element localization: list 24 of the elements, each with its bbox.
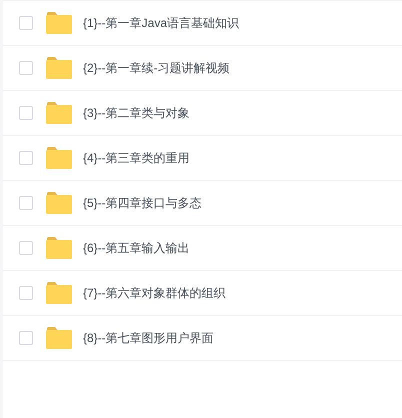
checkbox[interactable] (19, 331, 33, 345)
checkbox[interactable] (19, 61, 33, 75)
folder-icon (46, 282, 72, 304)
folder-icon (46, 237, 72, 259)
checkbox[interactable] (19, 16, 33, 30)
folder-name[interactable]: {2}--第一章续-习题讲解视频 (83, 59, 230, 77)
checkbox[interactable] (19, 241, 33, 255)
checkbox[interactable] (19, 286, 33, 300)
folder-icon (46, 57, 72, 79)
folder-icon (46, 102, 72, 124)
folder-name[interactable]: {4}--第三章类的重用 (83, 149, 190, 167)
folder-name[interactable]: {7}--第六章对象群体的组织 (83, 284, 226, 302)
checkbox[interactable] (19, 151, 33, 165)
folder-icon (46, 192, 72, 214)
folder-icon (46, 12, 72, 34)
folder-name[interactable]: {5}--第四章接口与多态 (83, 194, 202, 212)
folder-icon (46, 147, 72, 169)
folder-name[interactable]: {1}--第一章Java语言基础知识 (83, 14, 240, 32)
checkbox[interactable] (19, 196, 33, 210)
folder-icon (46, 327, 72, 349)
folder-name[interactable]: {3}--第二章类与对象 (83, 104, 190, 122)
folder-name[interactable]: {6}--第五章输入输出 (83, 239, 190, 257)
folder-name[interactable]: {8}--第七章图形用户界面 (83, 329, 214, 347)
checkbox[interactable] (19, 106, 33, 120)
